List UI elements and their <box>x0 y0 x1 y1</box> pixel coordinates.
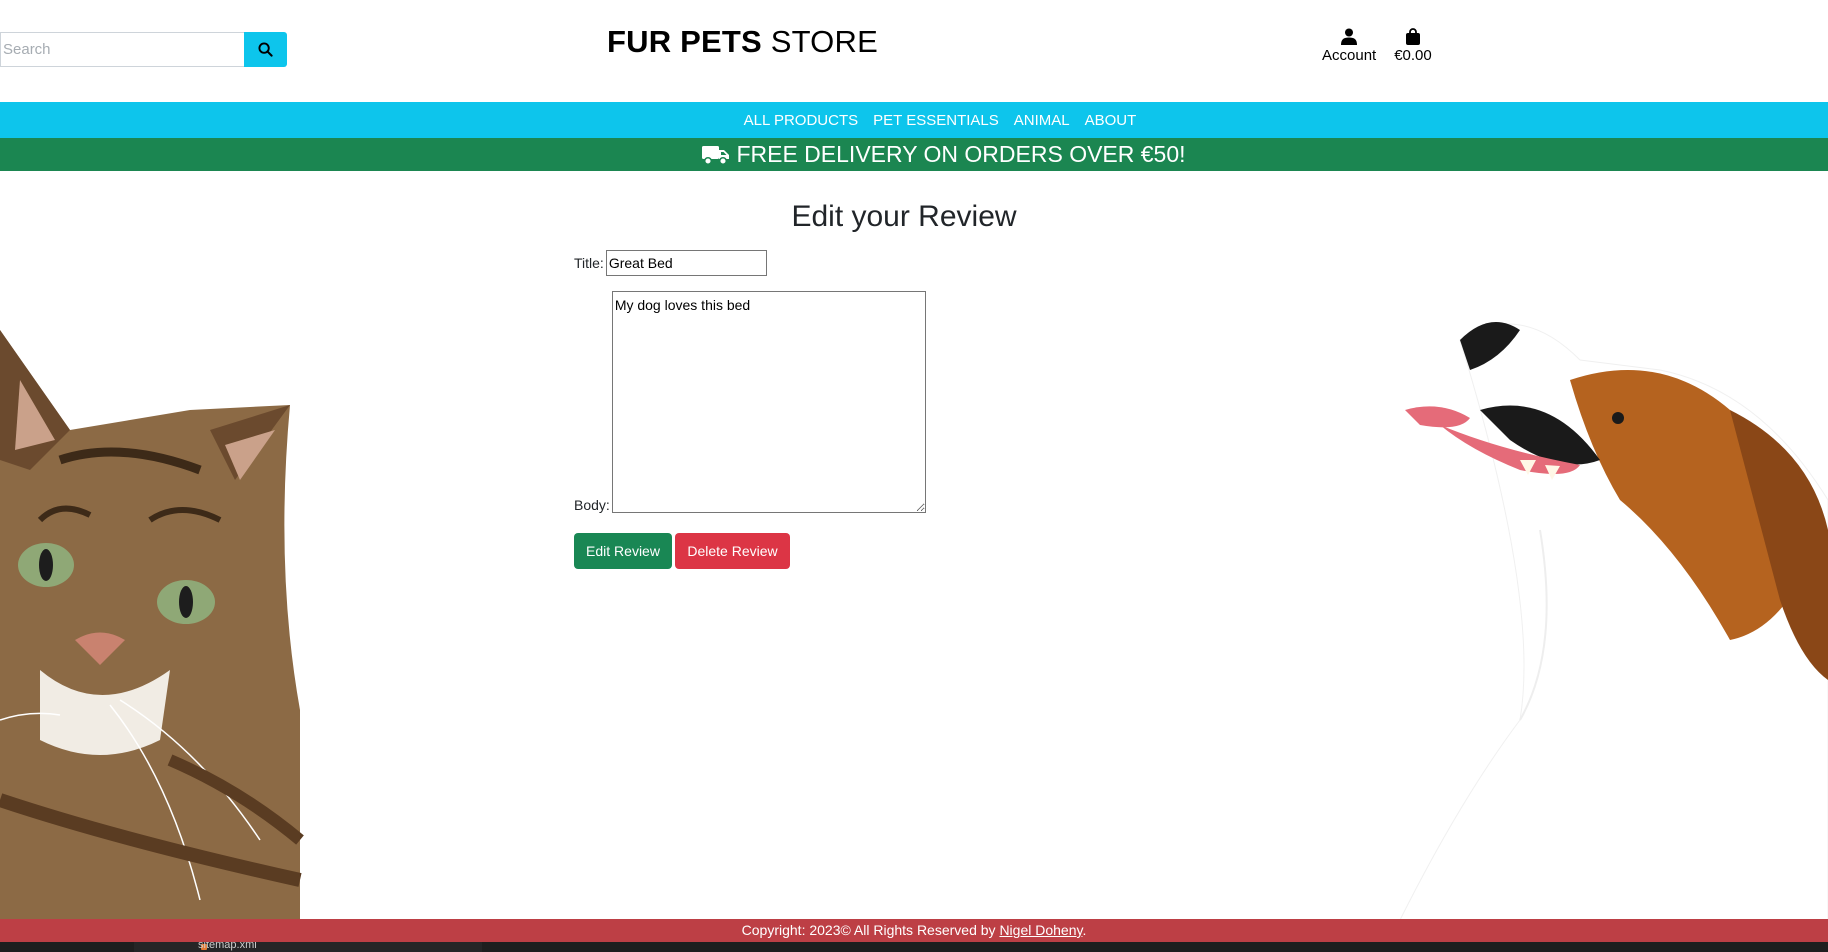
body-row: Body: My dog loves this bed <box>574 291 926 513</box>
logo-bold-text: FUR PETS <box>607 24 762 59</box>
edit-review-form: Title: Body: My dog loves this bed Edit … <box>574 250 926 569</box>
body-label: Body: <box>574 497 610 513</box>
nav-animal[interactable]: ANIMAL <box>1014 112 1070 129</box>
shopping-bag-icon <box>1405 28 1420 45</box>
account-link[interactable]: Account <box>1322 28 1376 64</box>
footer-copyright: Copyright: 2023© All Rights Reserved by <box>741 922 1000 938</box>
footer-suffix: . <box>1082 922 1087 938</box>
search-button[interactable] <box>244 32 287 67</box>
search-icon <box>258 42 273 57</box>
footer-author-link[interactable]: Nigel Doheny <box>999 922 1082 938</box>
site-logo[interactable]: FUR PETS STORE <box>607 24 878 60</box>
edit-review-button[interactable]: Edit Review <box>574 533 672 569</box>
delivery-banner-text: FREE DELIVERY ON ORDERS OVER €50! <box>736 141 1186 167</box>
site-footer: Copyright: 2023© All Rights Reserved by … <box>0 919 1828 942</box>
dog-image <box>1400 322 1828 920</box>
bag-link[interactable]: €0.00 <box>1394 28 1432 64</box>
title-label: Title: <box>574 255 604 271</box>
bag-total: €0.00 <box>1394 47 1432 64</box>
taskbar-file[interactable]: sitemap.xml <box>198 942 257 951</box>
title-row: Title: <box>574 250 926 276</box>
taskbar-segment <box>134 942 482 952</box>
delete-review-button[interactable]: Delete Review <box>675 533 790 569</box>
taskbar: sitemap.xml <box>0 942 1828 952</box>
cat-image <box>0 330 304 920</box>
account-group: Account €0.00 <box>1322 28 1432 64</box>
logo-light-text: STORE <box>770 24 878 59</box>
nav-all-products[interactable]: ALL PRODUCTS <box>744 112 858 129</box>
delivery-banner: FREE DELIVERY ON ORDERS OVER €50! <box>0 138 1828 171</box>
main-nav: ALL PRODUCTS PET ESSENTIALS ANIMAL ABOUT <box>0 102 1828 138</box>
site-header: FUR PETS STORE Account €0.00 <box>0 0 1828 102</box>
body-textarea[interactable]: My dog loves this bed <box>611 291 926 513</box>
account-label: Account <box>1322 47 1377 64</box>
nav-pet-essentials[interactable]: PET ESSENTIALS <box>873 112 999 129</box>
form-actions: Edit Review Delete Review <box>574 533 926 569</box>
search-form <box>0 32 287 67</box>
title-input[interactable] <box>605 250 767 276</box>
nav-about[interactable]: ABOUT <box>1085 112 1137 129</box>
truck-icon <box>702 145 730 165</box>
search-input[interactable] <box>0 32 244 67</box>
page-title: Edit your Review <box>791 200 1017 233</box>
user-icon <box>1341 28 1358 45</box>
